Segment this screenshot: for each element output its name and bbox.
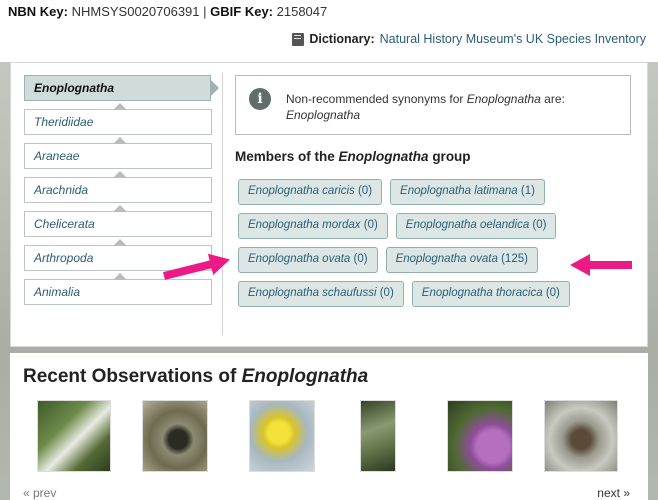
observation-thumbnail[interactable] [249,400,315,472]
lineage-label: Theridiidae [34,115,94,129]
panel-divider [222,73,223,335]
chip-count: (0) [545,287,560,299]
chip-name: Enoplognatha thoracica [421,287,543,299]
member-chip-ovata-125[interactable]: Enoplognatha ovata (125) [385,247,538,273]
lineage-label: Arthropoda [34,251,94,265]
members-heading: Members of the Enoplognatha group [235,149,471,164]
chip-count: (0) [532,219,547,231]
info-prefix: Non-recommended synonyms for [286,92,464,106]
prev-link[interactable]: « prev [23,486,56,500]
chevron-up-icon [113,137,127,144]
member-chips: Enoplognatha caricis (0) Enoplognatha la… [238,179,638,315]
member-chip-mordax[interactable]: Enoplognatha mordax (0) [238,213,388,239]
lineage-label: Animalia [34,285,81,299]
dictionary-info: Dictionary: Natural History Museum's UK … [292,32,646,46]
member-chip-thoracica[interactable]: Enoplognatha thoracica (0) [411,281,570,307]
key-separator: | [203,4,207,19]
chevron-up-icon [113,103,127,110]
observation-thumbnail[interactable] [142,400,208,472]
gbif-key-label: GBIF Key: [210,4,273,19]
observation-thumbnail[interactable] [544,400,618,472]
chip-count: (0) [363,219,378,231]
chevron-up-icon [113,205,127,212]
lineage-item-arachnida[interactable]: Arachnida [24,171,212,203]
recent-observations: Recent Observations of Enoplognatha « pr… [10,353,648,500]
member-chip-oelandica[interactable]: Enoplognatha oelandica (0) [395,213,557,239]
lineage-label: Chelicerata [34,217,95,231]
record-keys: NBN Key: NHMSYS0020706391 | GBIF Key: 21… [8,4,327,19]
recent-heading: Recent Observations of Enoplognatha [23,366,368,388]
chip-name: Enoplognatha latimana [400,185,518,197]
recent-genus: Enoplognatha [241,366,369,387]
recent-prefix: Recent Observations of [23,366,237,387]
gbif-key-value: 2158047 [276,4,328,19]
chip-row: Enoplognatha caricis (0) Enoplognatha la… [238,179,638,205]
chevron-up-icon [113,239,127,246]
chip-name: Enoplognatha ovata [395,253,498,265]
lineage-item-theridiidae[interactable]: Theridiidae [24,103,212,135]
nbn-key-label: NBN Key: [8,4,68,19]
info-icon: i [249,88,271,110]
observation-thumbnail[interactable] [360,400,396,472]
chip-name: Enoplognatha mordax [248,219,361,231]
chevron-up-icon [113,273,127,280]
synonym-info-text: Non-recommended synonyms for Enoplognath… [286,91,616,123]
chip-count: (0) [357,185,373,197]
chip-count: (0) [353,253,368,265]
dictionary-label: Dictionary: [309,32,375,46]
lineage-current: Enoplognatha [24,75,219,101]
members-genus: Enoplognatha [338,149,429,164]
lineage-item-araneae[interactable]: Araneae [24,137,212,169]
info-suffix: are: [544,92,565,106]
synonym-info-box: i Non-recommended synonyms for Enoplogna… [235,75,631,135]
lineage-item-chelicerata[interactable]: Chelicerata [24,205,212,237]
lineage-label: Araneae [34,149,80,163]
chip-name: Enoplognatha caricis [248,185,355,197]
dictionary-link[interactable]: Natural History Museum's UK Species Inve… [380,32,646,46]
info-synonym: Enoplognatha [286,108,361,122]
chip-count: (0) [379,287,394,299]
chevron-up-icon [113,171,127,178]
chip-name: Enoplognatha ovata [248,253,351,265]
observation-thumbnail[interactable] [447,400,513,472]
chip-count: (125) [501,253,528,265]
lineage-item-animalia[interactable]: Animalia [24,273,212,305]
observation-thumbnail[interactable] [37,400,111,472]
chip-row: Enoplognatha schaufussi (0) Enoplognatha… [238,281,638,307]
member-chip-schaufussi[interactable]: Enoplognatha schaufussi (0) [238,281,404,307]
next-link[interactable]: next » [597,486,630,500]
chip-name: Enoplognatha oelandica [405,219,530,231]
book-icon [292,32,305,46]
member-chip-caricis[interactable]: Enoplognatha caricis (0) [238,179,383,205]
members-prefix: Members of the [235,149,335,164]
member-chip-ovata-0[interactable]: Enoplognatha ovata (0) [238,247,378,273]
info-genus: Enoplognatha [466,92,541,106]
chip-count: (1) [520,185,535,197]
members-suffix: group [432,149,471,164]
nbn-key-value: NHMSYS0020706391 [71,4,200,19]
annotation-arrow-left-icon [570,254,632,276]
taxon-panel: Enoplognatha Theridiidae Araneae Arachni… [10,62,648,347]
top-bar: NBN Key: NHMSYS0020706391 | GBIF Key: 21… [0,0,658,62]
lineage-list: Enoplognatha Theridiidae Araneae Arachni… [24,75,219,313]
chip-row: Enoplognatha mordax (0) Enoplognatha oel… [238,213,638,239]
lineage-label: Arachnida [34,183,89,197]
chip-name: Enoplognatha schaufussi [248,287,377,299]
member-chip-latimana[interactable]: Enoplognatha latimana (1) [390,179,545,205]
